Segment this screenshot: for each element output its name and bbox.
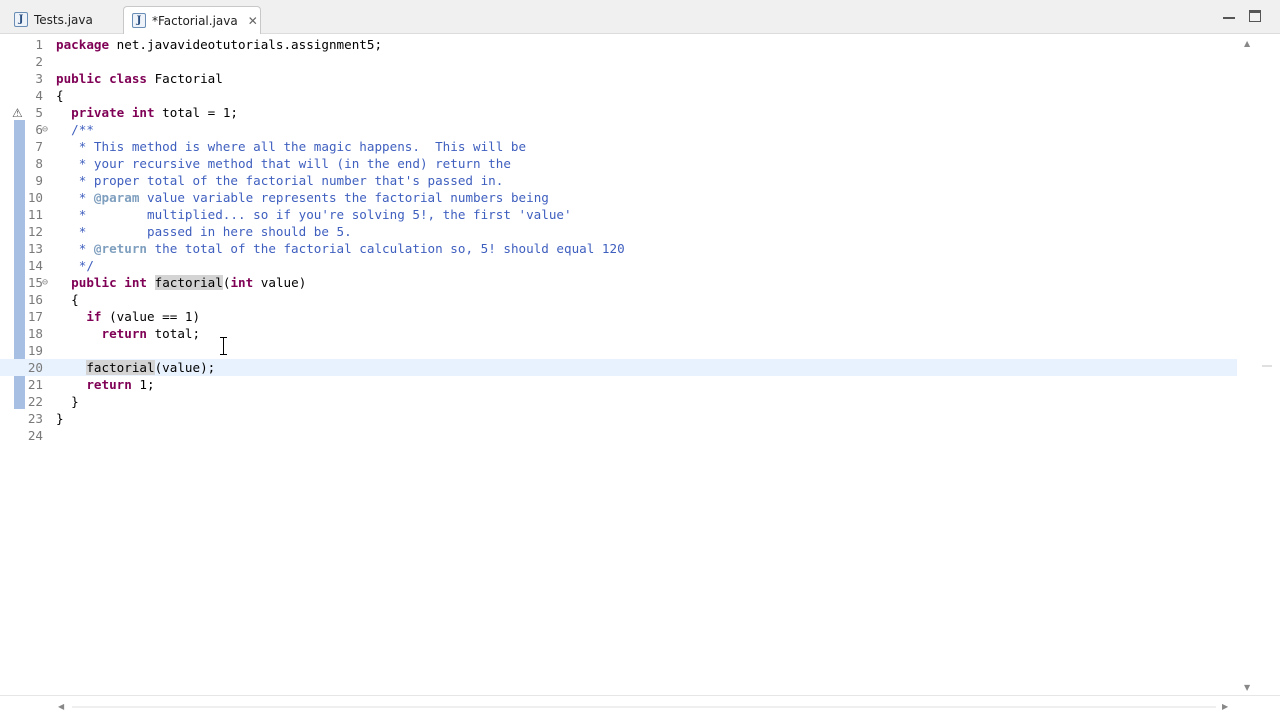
code-text: public class Factorial — [56, 71, 223, 86]
code-text: if (value == 1) — [86, 309, 201, 324]
scroll-track[interactable] — [72, 706, 1216, 708]
code-text: /** — [56, 122, 94, 137]
code-line[interactable]: 22 } — [0, 393, 1237, 410]
code-line[interactable]: 1 package net.javavideotutorials.assignme… — [0, 36, 1237, 53]
code-text: * This method is where all the magic hap… — [56, 139, 527, 154]
code-line[interactable]: 18 return total; — [0, 325, 1237, 342]
code-text: * @param value variable represents the f… — [56, 190, 549, 205]
code-line[interactable]: 2 — [0, 53, 1237, 70]
close-icon[interactable]: ✕ — [248, 14, 258, 28]
tab-label: *Factorial.java — [152, 13, 238, 28]
line-number: 11 — [27, 207, 43, 222]
line-number: 7 — [35, 139, 43, 154]
editor-tab-bar: J Tests.java J *Factorial.java ✕ — [0, 0, 1280, 34]
code-line[interactable]: 21 return 1; — [0, 376, 1237, 393]
overview-marker[interactable] — [1262, 365, 1272, 367]
text-cursor-icon — [220, 337, 227, 355]
code-text: */ — [56, 258, 94, 273]
code-line[interactable]: 12 * passed in here should be 5. — [0, 223, 1237, 240]
fold-collapse-icon[interactable]: ⊖ — [42, 121, 48, 138]
code-line[interactable]: 23} — [0, 410, 1237, 427]
code-text: * your recursive method that will (in th… — [56, 156, 511, 171]
code-text: * passed in here should be 5. — [56, 224, 352, 239]
tab-tests-java[interactable]: J Tests.java — [6, 7, 120, 32]
vertical-scrollbar[interactable] — [1240, 35, 1256, 695]
line-number: 5 — [35, 105, 43, 120]
code-text: * @return the total of the factorial cal… — [56, 241, 625, 256]
scroll-right-icon[interactable]: ▶ — [1222, 702, 1228, 711]
code-text: * proper total of the factorial number t… — [56, 173, 504, 188]
code-line[interactable]: 15 ⊖ public int factorial(int value) — [0, 274, 1237, 291]
code-text: return 1; — [86, 377, 155, 392]
code-line[interactable]: 10 * @param value variable represents th… — [0, 189, 1237, 206]
line-number: 19 — [27, 343, 43, 358]
code-line[interactable]: 8 * your recursive method that will (in … — [0, 155, 1237, 172]
code-line[interactable]: 13 * @return the total of the factorial … — [0, 240, 1237, 257]
code-line[interactable]: 11 * multiplied... so if you're solving … — [0, 206, 1237, 223]
code-line[interactable]: 5 private int total = 1; — [0, 104, 1237, 121]
fold-collapse-icon[interactable]: ⊖ — [42, 274, 48, 291]
line-number: 14 — [27, 258, 43, 273]
minimize-icon[interactable] — [1222, 8, 1236, 22]
tab-factorial-java[interactable]: J *Factorial.java ✕ — [123, 6, 261, 34]
java-file-icon: J — [14, 12, 28, 27]
line-number: 20 — [27, 360, 43, 375]
line-number: 17 — [27, 309, 43, 324]
line-number: 16 — [27, 292, 43, 307]
scroll-left-icon[interactable]: ◀ — [58, 702, 64, 711]
code-line[interactable]: 14 */ — [0, 257, 1237, 274]
code-line[interactable]: 17 if (value == 1) — [0, 308, 1237, 325]
code-text: factorial(value); — [86, 360, 216, 375]
line-number: 8 — [35, 156, 43, 171]
line-number: 13 — [27, 241, 43, 256]
horizontal-scrollbar[interactable]: ◀ ▶ — [0, 695, 1280, 720]
code-editor[interactable]: ⚠ 1 package net.javavideotutorials.assign… — [0, 35, 1280, 720]
code-line[interactable]: 19 — [0, 342, 1237, 359]
code-text: { — [56, 292, 79, 307]
line-number: 12 — [27, 224, 43, 239]
line-number: 6 — [35, 122, 43, 137]
code-line[interactable]: 7 * This method is where all the magic h… — [0, 138, 1237, 155]
code-text: * multiplied... so if you're solving 5!,… — [56, 207, 572, 222]
line-number: 21 — [27, 377, 43, 392]
code-line[interactable]: 16 { — [0, 291, 1237, 308]
code-text: public int factorial(int value) — [71, 275, 307, 290]
code-text: { — [56, 88, 64, 103]
code-line[interactable]: 4{ — [0, 87, 1237, 104]
tab-label: Tests.java — [34, 12, 93, 27]
scroll-down-icon[interactable]: ▼ — [1244, 683, 1250, 692]
code-line[interactable]: 3 public class Factorial — [0, 70, 1237, 87]
line-number: 24 — [27, 428, 43, 443]
code-text: } — [56, 394, 79, 409]
line-number: 23 — [27, 411, 43, 426]
line-number: 4 — [35, 88, 43, 103]
code-line[interactable]: 20 factorial(value); — [0, 359, 1237, 376]
line-number: 22 — [27, 394, 43, 409]
code-text: package net.javavideotutorials.assignmen… — [56, 37, 383, 52]
code-text: private int total = 1; — [71, 105, 238, 120]
line-number: 1 — [35, 37, 43, 52]
code-line[interactable]: 6 ⊖ /** — [0, 121, 1237, 138]
line-number: 9 — [35, 173, 43, 188]
java-file-icon: J — [132, 13, 146, 28]
code-text: } — [56, 411, 64, 426]
code-line[interactable]: 24 — [0, 427, 1237, 444]
line-number: 2 — [35, 54, 43, 69]
maximize-icon[interactable] — [1249, 10, 1261, 22]
code-text-area[interactable]: 1 package net.javavideotutorials.assignme… — [0, 35, 1240, 695]
code-text: return total; — [101, 326, 201, 341]
code-line[interactable]: 9 * proper total of the factorial number… — [0, 172, 1237, 189]
line-number: 10 — [27, 190, 43, 205]
line-number: 3 — [35, 71, 43, 86]
scroll-up-icon[interactable]: ▲ — [1244, 39, 1250, 48]
line-number: 18 — [27, 326, 43, 341]
line-number: 15 — [27, 275, 43, 290]
